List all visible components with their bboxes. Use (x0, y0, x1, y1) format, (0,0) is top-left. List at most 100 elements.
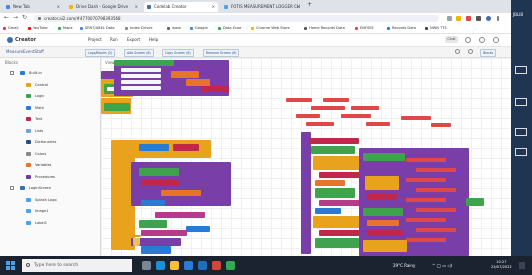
sidebar-item-math[interactable]: Math (26, 105, 44, 111)
forward-icon[interactable]: → (13, 14, 18, 21)
menu-help[interactable]: Help (149, 36, 158, 44)
add-screen-button[interactable]: Add Screen (8) (124, 49, 154, 57)
bookmark-chrome-web-store[interactable]: Chrome Web Store (251, 25, 290, 32)
settings-icon[interactable] (479, 37, 485, 43)
sidebar-item-splash-logo[interactable]: Splash Logo (26, 197, 57, 203)
control-block[interactable] (363, 240, 407, 252)
bookmark-index-drives[interactable]: Index Drives (125, 25, 153, 32)
share-icon[interactable] (447, 16, 452, 21)
explorer-taskbar-icon[interactable] (170, 261, 179, 270)
text-string-block[interactable] (366, 122, 390, 126)
sidebar-item-lists[interactable]: Lists (26, 128, 43, 134)
text-block[interactable] (141, 180, 179, 186)
logic-block[interactable] (466, 198, 484, 206)
desktop-monitor-icon[interactable] (515, 128, 527, 136)
bookmark-data-ecoe[interactable]: Data Ecoe (218, 25, 241, 32)
blocks-view-button[interactable]: Blocks (480, 49, 497, 57)
bookmark-gmail[interactable]: Gmail (3, 25, 19, 32)
designer-icon[interactable] (455, 49, 460, 54)
profile-icon[interactable] (486, 16, 491, 21)
sidebar-item-built-in[interactable]: Built-in (20, 70, 42, 76)
close-icon[interactable]: × (212, 2, 215, 12)
system-clock[interactable]: 10:27 23/07/2022 (491, 260, 512, 270)
variable-block[interactable] (315, 180, 345, 186)
logic-block[interactable] (311, 146, 355, 154)
sidebar-item-loginscreen[interactable]: LoginScreen (20, 185, 51, 191)
close-icon[interactable]: × (135, 2, 138, 12)
text-string-block[interactable] (406, 178, 446, 182)
windows-start-icon[interactable] (6, 261, 15, 270)
text-string-block[interactable] (341, 114, 371, 118)
tab-new[interactable]: New Tab × (3, 2, 63, 12)
bookmark-youtube[interactable]: YouTube (28, 25, 48, 32)
list-block[interactable] (141, 246, 171, 254)
bookmark-nwn-tts[interactable]: NWN TTS (425, 25, 447, 32)
edge-taskbar-icon[interactable] (156, 261, 165, 270)
app-taskbar-icon[interactable] (212, 261, 221, 270)
logic-block[interactable] (315, 238, 359, 248)
url-field[interactable]: creator.ai2.com/#4770070798393568 (34, 15, 439, 22)
bookmark-google[interactable]: Google (190, 25, 208, 32)
tray-icons[interactable]: ^ ◯ ▭ ◁) (432, 262, 452, 269)
store-taskbar-icon[interactable] (184, 261, 193, 270)
sidebar-item-image1[interactable]: Image1 (26, 208, 49, 214)
collapse-toggle-icon[interactable] (10, 186, 14, 190)
close-icon[interactable]: × (57, 2, 60, 12)
text-block[interactable] (309, 138, 359, 144)
text-block[interactable] (173, 144, 199, 151)
tab-logger[interactable]: FOTIS MEASUREMENT LOGGER CH × (221, 2, 303, 12)
reload-icon[interactable]: ↻ (22, 14, 27, 21)
tab-drive[interactable]: Drive Dash - Google Drive × (66, 2, 141, 12)
text-string-block[interactable] (306, 122, 334, 126)
sidebar-item-control[interactable]: Control (26, 82, 48, 88)
text-string-block[interactable] (323, 98, 349, 102)
desktop-monitor-icon[interactable] (515, 98, 527, 106)
variable-block[interactable] (171, 71, 199, 78)
blocks-workspace[interactable]: Viewer (101, 58, 511, 256)
block-field[interactable] (121, 86, 161, 90)
blocks-icon[interactable] (468, 49, 473, 54)
more-menu-icon[interactable] (497, 16, 499, 21)
text-block[interactable] (367, 194, 397, 200)
logic-block[interactable] (363, 208, 403, 216)
trash-can-icon[interactable] (132, 235, 141, 246)
text-string-block[interactable] (416, 188, 456, 192)
event-handler-block[interactable] (301, 132, 311, 254)
text-block[interactable] (141, 230, 187, 236)
text-string-block[interactable] (286, 98, 312, 102)
variable-block[interactable] (367, 220, 399, 226)
block-field[interactable] (121, 68, 161, 72)
close-icon[interactable]: × (297, 2, 300, 12)
block-field[interactable] (121, 80, 161, 84)
cloud-icon[interactable] (465, 37, 471, 43)
new-tab-button[interactable]: + (307, 1, 312, 8)
tab-codelab-creator[interactable]: Codelab Creator × (144, 2, 218, 12)
text-string-block[interactable] (311, 106, 345, 110)
menu-project[interactable]: Project (88, 36, 102, 44)
sidebar-item-text[interactable]: Text (26, 116, 42, 122)
logic-block[interactable] (139, 168, 179, 176)
sidebar-item-procedures[interactable]: Procedures (26, 174, 55, 180)
text-string-block[interactable] (351, 106, 379, 110)
account-icon[interactable] (493, 37, 499, 43)
list-block[interactable] (186, 226, 210, 232)
text-block[interactable] (201, 86, 229, 92)
sidebar-item-variables[interactable]: Variables (26, 162, 51, 168)
text-string-block[interactable] (401, 116, 431, 120)
bookmark-enfsee[interactable]: ENFSEE (355, 25, 374, 32)
logic-block[interactable] (315, 188, 355, 198)
chat-button[interactable]: Chat (445, 36, 458, 43)
text-string-block[interactable] (406, 218, 446, 222)
text-string-block[interactable] (416, 208, 456, 212)
task-view-taskbar-icon[interactable] (142, 261, 151, 270)
bookmark-sent-data[interactable]: SENT/ABEL Data (80, 25, 115, 32)
desktop-monitor-icon[interactable] (515, 66, 527, 74)
text-block[interactable] (155, 212, 205, 218)
control-block[interactable] (365, 176, 399, 190)
list-block[interactable] (315, 208, 341, 214)
menu-export[interactable]: Export (127, 36, 140, 44)
menu-run[interactable]: Run (110, 36, 118, 44)
chrome-taskbar-icon[interactable] (226, 261, 235, 270)
event-handler-header[interactable] (114, 60, 174, 66)
remove-screen-button[interactable]: Remove Screen (8) (203, 49, 240, 57)
